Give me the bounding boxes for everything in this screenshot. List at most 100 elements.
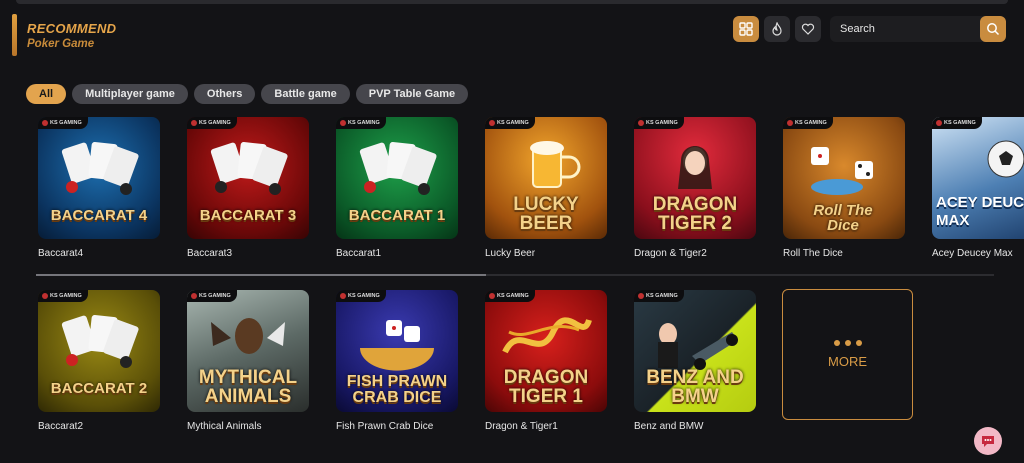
game-art-title: DRAGON TIGER 2 bbox=[652, 194, 738, 234]
playing-cards-icon bbox=[61, 142, 139, 195]
more-label: MORE bbox=[828, 354, 867, 369]
more-dots-icon bbox=[833, 340, 862, 346]
game-thumbnail[interactable]: KS GAMING BACCARAT 3 bbox=[187, 117, 309, 239]
scrollbar-thumb[interactable] bbox=[36, 274, 487, 276]
chat-support-button[interactable] bbox=[974, 427, 1002, 455]
beer-mug-icon bbox=[530, 141, 581, 188]
filter-battle[interactable]: Battle game bbox=[261, 84, 350, 104]
provider-badge: KS GAMING bbox=[932, 117, 982, 129]
provider-badge: KS GAMING bbox=[38, 117, 88, 129]
game-card-benz-and-bmw[interactable]: KS GAMING BENZ AND BMW Benz and BMW bbox=[634, 290, 756, 432]
game-thumbnail[interactable]: KS GAMING MYTHICAL ANIMALS bbox=[187, 290, 309, 412]
playing-cards-icon bbox=[210, 142, 288, 195]
grid-icon bbox=[739, 22, 753, 36]
game-art-title: BACCARAT 2 bbox=[50, 380, 148, 397]
game-thumbnail[interactable]: KS GAMING FISH PRAWN CRAB DICE bbox=[336, 290, 458, 412]
search-box bbox=[830, 16, 1006, 42]
filter-multiplayer[interactable]: Multiplayer game bbox=[72, 84, 188, 104]
game-thumbnail[interactable]: KS GAMING BACCARAT 2 bbox=[38, 290, 160, 412]
top-edge-bar bbox=[16, 0, 1008, 4]
game-card-baccarat2[interactable]: KS GAMING BACCARAT 2 Baccarat2 bbox=[38, 290, 160, 432]
game-card-baccarat4[interactable]: KS GAMING BACCARAT 4 Baccarat4 bbox=[38, 117, 160, 259]
provider-badge: KS GAMING bbox=[336, 117, 386, 129]
game-name[interactable]: Mythical Animals bbox=[187, 421, 309, 432]
game-art-title: BACCARAT 4 bbox=[50, 207, 148, 224]
heart-icon bbox=[801, 23, 815, 35]
creatures-icon bbox=[211, 318, 285, 354]
section-title: RECOMMEND bbox=[27, 20, 117, 36]
game-name[interactable]: Fish Prawn Crab Dice bbox=[336, 421, 458, 432]
game-art-title: Roll The Dice bbox=[813, 202, 873, 234]
hot-games-button[interactable] bbox=[764, 16, 790, 42]
section-header: RECOMMEND Poker Game bbox=[12, 14, 116, 56]
game-thumbnail[interactable]: KS GAMING ACEY DEUCEY MAX bbox=[932, 117, 1024, 239]
dice-icon bbox=[811, 147, 873, 195]
game-name[interactable]: Baccarat3 bbox=[187, 248, 309, 259]
game-name[interactable]: Baccarat1 bbox=[336, 248, 458, 259]
game-card-baccarat3[interactable]: KS GAMING BACCARAT 3 Baccarat3 bbox=[187, 117, 309, 259]
carousel-scrollbar[interactable] bbox=[36, 274, 994, 276]
search-input[interactable] bbox=[830, 22, 982, 36]
game-card-fish-prawn-crab-dice[interactable]: KS GAMING FISH PRAWN CRAB DICE Fish Praw… bbox=[336, 290, 458, 432]
provider-badge: KS GAMING bbox=[485, 290, 535, 302]
search-button[interactable] bbox=[980, 16, 1006, 42]
game-name[interactable]: Acey Deucey Max bbox=[932, 248, 1024, 259]
soccer-ball-icon bbox=[987, 140, 1024, 178]
game-name[interactable]: Baccarat2 bbox=[38, 421, 160, 432]
game-thumbnail[interactable]: KS GAMING LUCKY BEER bbox=[485, 117, 607, 239]
game-card-lucky-beer[interactable]: KS GAMING LUCKY BEER Lucky Beer bbox=[485, 117, 607, 259]
game-art-title: MYTHICAL ANIMALS bbox=[198, 367, 298, 407]
toolbar bbox=[733, 16, 1006, 42]
playing-cards-icon bbox=[61, 315, 139, 368]
provider-badge: KS GAMING bbox=[783, 117, 833, 129]
filter-pvp-table[interactable]: PVP Table Game bbox=[355, 84, 469, 104]
provider-badge: KS GAMING bbox=[187, 117, 237, 129]
game-name[interactable]: Baccarat4 bbox=[38, 248, 160, 259]
provider-badge: KS GAMING bbox=[634, 290, 684, 302]
provider-badge: KS GAMING bbox=[187, 290, 237, 302]
provider-badge: KS GAMING bbox=[38, 290, 88, 302]
filter-chips: All Multiplayer game Others Battle game … bbox=[26, 84, 469, 104]
chat-bubble-icon bbox=[982, 436, 994, 447]
game-thumbnail[interactable]: KS GAMING BACCARAT 1 bbox=[336, 117, 458, 239]
game-card-dragon-tiger2[interactable]: KS GAMING DRAGON TIGER 2 Dragon & Tiger2 bbox=[634, 117, 756, 259]
game-card-baccarat1[interactable]: KS GAMING BACCARAT 1 Baccarat1 bbox=[336, 117, 458, 259]
race-car-icon bbox=[658, 323, 738, 370]
header-accent-bar bbox=[12, 14, 17, 56]
dice-bowl-icon bbox=[360, 320, 434, 371]
grid-view-button[interactable] bbox=[733, 16, 759, 42]
game-card-mythical-animals[interactable]: KS GAMING MYTHICAL ANIMALS Mythical Anim… bbox=[187, 290, 309, 432]
more-games-button[interactable]: MORE bbox=[782, 289, 913, 420]
game-name[interactable]: Dragon & Tiger1 bbox=[485, 421, 607, 432]
game-art-title: FISH PRAWN CRAB DICE bbox=[346, 373, 448, 406]
game-card-dragon-tiger1[interactable]: KS GAMING DRAGON TIGER 1 Dragon & Tiger1 bbox=[485, 290, 607, 432]
game-thumbnail[interactable]: KS GAMING DRAGON TIGER 1 bbox=[485, 290, 607, 412]
game-name[interactable]: Dragon & Tiger2 bbox=[634, 248, 756, 259]
game-thumbnail[interactable]: KS GAMING BENZ AND BMW bbox=[634, 290, 756, 412]
game-name[interactable]: Lucky Beer bbox=[485, 248, 607, 259]
game-thumbnail[interactable]: KS GAMING BACCARAT 4 bbox=[38, 117, 160, 239]
filter-others[interactable]: Others bbox=[193, 84, 256, 104]
playing-cards-icon bbox=[359, 142, 437, 195]
game-card-acey-deucey[interactable]: KS GAMING ACEY DEUCEY MAX Acey Deucey Ma… bbox=[932, 117, 1024, 259]
dealer-portrait-icon bbox=[678, 146, 712, 189]
game-art-title: ACEY DEUCEY MAX bbox=[936, 193, 1024, 230]
game-art-title: LUCKY BEER bbox=[513, 194, 579, 234]
dragon-icon bbox=[502, 317, 592, 354]
game-name[interactable]: Benz and BMW bbox=[634, 421, 756, 432]
favorites-button[interactable] bbox=[795, 16, 821, 42]
game-thumbnail[interactable]: KS GAMING DRAGON TIGER 2 bbox=[634, 117, 756, 239]
provider-badge: KS GAMING bbox=[634, 117, 684, 129]
game-name[interactable]: Roll The Dice bbox=[783, 248, 905, 259]
filter-all[interactable]: All bbox=[26, 84, 67, 104]
game-card-roll-the-dice[interactable]: KS GAMING Roll The Dice Roll The Dice bbox=[783, 117, 905, 259]
game-art-title: BACCARAT 3 bbox=[199, 207, 297, 224]
flame-icon bbox=[772, 22, 782, 36]
game-art-title: DRAGON TIGER 1 bbox=[503, 367, 589, 407]
game-thumbnail[interactable]: KS GAMING Roll The Dice bbox=[783, 117, 905, 239]
provider-badge: KS GAMING bbox=[336, 290, 386, 302]
game-art-title: BENZ AND BMW bbox=[646, 367, 744, 407]
provider-badge: KS GAMING bbox=[485, 117, 535, 129]
section-subtitle: Poker Game bbox=[27, 37, 95, 50]
game-art-title: BACCARAT 1 bbox=[348, 207, 446, 224]
